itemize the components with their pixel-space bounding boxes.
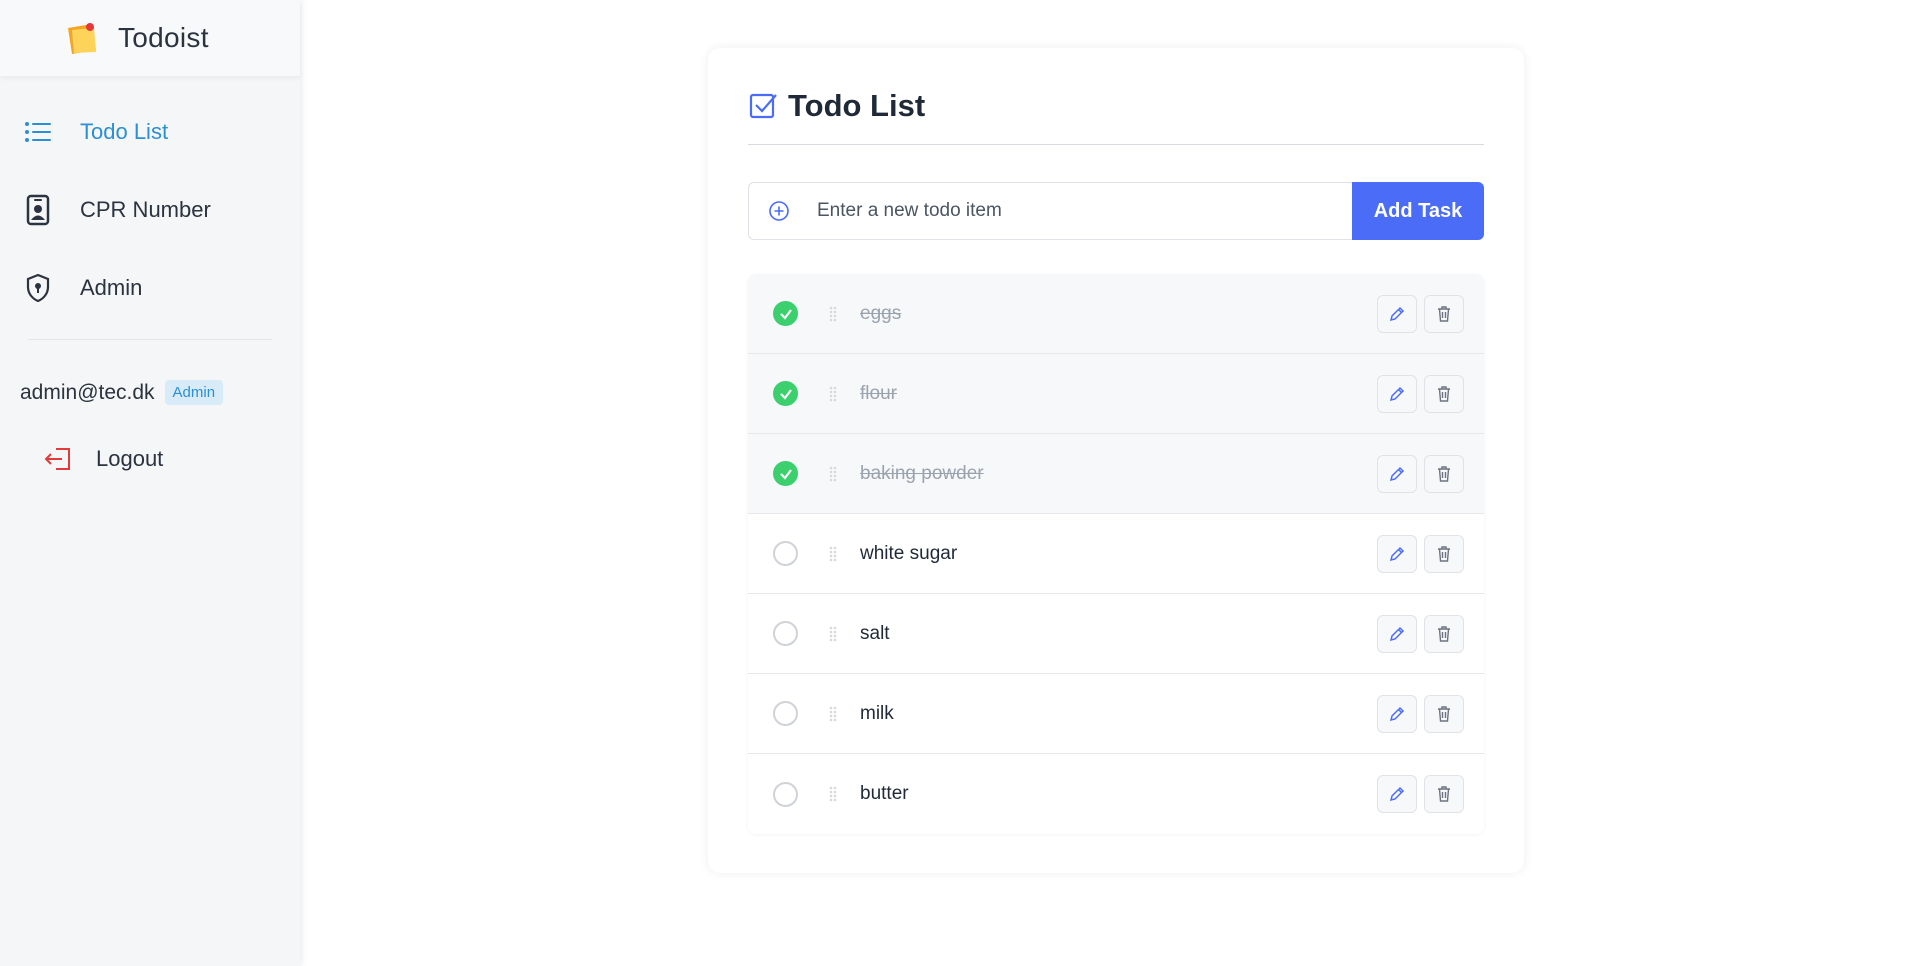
checkmark-icon	[779, 308, 792, 320]
complete-checkbox[interactable]	[773, 621, 798, 646]
checkbox-checked-icon	[749, 93, 777, 119]
sticky-note-logo-icon	[68, 23, 96, 54]
complete-checkbox[interactable]	[773, 381, 798, 406]
pencil-icon	[1389, 306, 1405, 321]
complete-checkbox[interactable]	[773, 541, 798, 566]
todo-item: flour	[748, 354, 1484, 434]
pencil-icon	[1389, 546, 1405, 561]
delete-button[interactable]	[1424, 775, 1464, 813]
todo-text: salt	[860, 622, 890, 644]
complete-checkbox[interactable]	[773, 701, 798, 726]
todo-item: butter	[748, 754, 1484, 834]
complete-checkbox[interactable]	[773, 461, 798, 486]
drag-handle-icon[interactable]	[828, 305, 838, 323]
card-header: Todo List	[748, 88, 1484, 145]
delete-button[interactable]	[1424, 454, 1464, 493]
todo-item: baking powder	[748, 434, 1484, 514]
todo-item: white sugar	[748, 514, 1484, 594]
add-task-button[interactable]: Add Task	[1352, 182, 1484, 240]
plus-circle-icon	[769, 201, 789, 221]
trash-icon	[1438, 545, 1450, 562]
brand[interactable]: Todoist	[0, 0, 300, 77]
user-email: admin@tec.dk	[20, 380, 155, 404]
trash-icon	[1438, 385, 1450, 402]
todo-text: white sugar	[860, 542, 958, 564]
drag-handle-icon[interactable]	[828, 385, 838, 403]
sidebar-item-cpr-number[interactable]: CPR Number	[0, 171, 300, 249]
add-input-wrapper	[748, 182, 1352, 240]
todo-card: Todo List Add Task eggs flour	[708, 48, 1524, 873]
pencil-icon	[1389, 386, 1405, 401]
sidebar-item-label: CPR Number	[80, 197, 211, 222]
pencil-icon	[1389, 786, 1405, 802]
checkmark-icon	[779, 468, 792, 480]
drag-handle-icon[interactable]	[828, 785, 838, 803]
page-title: Todo List	[788, 88, 926, 123]
sidebar-item-label: Admin	[80, 275, 143, 300]
todo-item: eggs	[748, 274, 1484, 354]
delete-button[interactable]	[1424, 374, 1464, 413]
new-todo-input[interactable]	[817, 200, 1217, 222]
user-info: admin@tec.dk Admin	[0, 380, 300, 405]
delete-button[interactable]	[1424, 694, 1464, 733]
edit-button[interactable]	[1377, 294, 1417, 333]
drag-handle-icon[interactable]	[828, 545, 838, 563]
complete-checkbox[interactable]	[773, 781, 798, 807]
sidebar-nav: Todo List CPR Number Admin	[0, 77, 300, 327]
sidebar: Todoist Todo List CPR Number Admin admin…	[0, 0, 300, 966]
todo-text: milk	[860, 702, 894, 724]
edit-button[interactable]	[1377, 614, 1417, 653]
add-task-form: Add Task	[748, 182, 1484, 240]
trash-icon	[1438, 305, 1450, 322]
trash-icon	[1438, 625, 1450, 642]
todo-text: butter	[860, 783, 909, 804]
logout-button[interactable]: Logout	[0, 443, 300, 475]
todo-text: flour	[860, 382, 897, 404]
drag-handle-icon[interactable]	[828, 705, 838, 723]
app-name: Todoist	[118, 22, 209, 53]
edit-button[interactable]	[1377, 374, 1417, 413]
drag-handle-icon[interactable]	[828, 465, 838, 483]
list-icon	[22, 116, 54, 148]
sidebar-item-label: Todo List	[80, 119, 169, 144]
trash-icon	[1438, 705, 1450, 722]
edit-button[interactable]	[1377, 694, 1417, 733]
todo-text: baking powder	[860, 462, 984, 484]
todo-item: milk	[748, 674, 1484, 754]
checkmark-icon	[779, 388, 792, 400]
pencil-icon	[1389, 466, 1405, 481]
sidebar-divider	[28, 339, 272, 340]
edit-button[interactable]	[1377, 775, 1417, 813]
role-badge: Admin	[164, 380, 224, 405]
trash-icon	[1438, 786, 1450, 802]
id-badge-icon	[22, 194, 54, 226]
todo-item: salt	[748, 594, 1484, 674]
logout-label: Logout	[96, 446, 164, 471]
todo-list: eggs flour baking powder white sugar sal…	[748, 274, 1484, 834]
pencil-icon	[1389, 626, 1405, 641]
sidebar-item-todo-list[interactable]: Todo List	[0, 93, 300, 171]
shield-lock-icon	[22, 272, 54, 304]
pencil-icon	[1389, 706, 1405, 721]
edit-button[interactable]	[1377, 454, 1417, 493]
sidebar-item-admin[interactable]: Admin	[0, 249, 300, 327]
drag-handle-icon[interactable]	[828, 625, 838, 643]
complete-checkbox[interactable]	[773, 301, 798, 326]
edit-button[interactable]	[1377, 534, 1417, 573]
delete-button[interactable]	[1424, 614, 1464, 653]
delete-button[interactable]	[1424, 294, 1464, 333]
delete-button[interactable]	[1424, 534, 1464, 573]
todo-text: eggs	[860, 302, 902, 324]
trash-icon	[1438, 465, 1450, 482]
logout-icon	[44, 448, 70, 470]
